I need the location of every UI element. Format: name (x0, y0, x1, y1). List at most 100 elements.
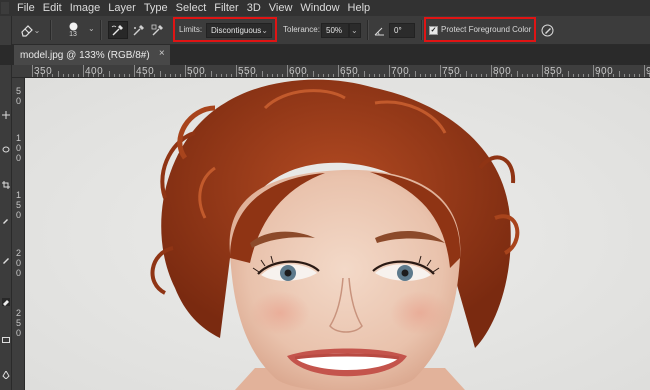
pen-tool-icon[interactable] (2, 371, 10, 379)
tolerance-dropdown-button[interactable]: ⌄ (349, 23, 361, 38)
ruler-tick (598, 74, 600, 77)
options-bar: ⌄ 13 ⌄ Limits: Discontiguous ⌄ Tolerance… (0, 16, 650, 45)
ruler-tick (409, 74, 411, 77)
menu-window[interactable]: Window (296, 0, 343, 16)
brush-tool-icon[interactable] (2, 256, 10, 264)
ruler-tick (118, 74, 120, 77)
protect-foreground-label[interactable]: Protect Foreground Color (441, 25, 531, 34)
brush-preset-picker[interactable]: 13 (60, 21, 86, 39)
ruler-tick (77, 74, 79, 77)
ruler-label: 1 (15, 133, 21, 143)
ruler-tick (37, 74, 39, 77)
crop-tool-icon[interactable] (2, 181, 10, 189)
ruler-tick (475, 74, 477, 77)
ruler-tick (547, 74, 549, 77)
ruler-label: 5 (15, 318, 21, 328)
sampling-continuous-button[interactable] (108, 21, 128, 39)
ruler-tick (363, 71, 365, 77)
ruler-tick (378, 74, 380, 77)
ruler-tick (103, 74, 105, 77)
ruler-tick (220, 74, 222, 77)
vertical-ruler: 50100150200250 (12, 78, 25, 390)
eyedropper-once-icon (133, 25, 144, 36)
ruler-tick (113, 74, 115, 77)
ruler-tick (414, 71, 416, 77)
angle-input[interactable]: 0° (389, 23, 415, 38)
ruler-tick (128, 74, 130, 77)
menu-edit[interactable]: Edit (39, 0, 66, 16)
ruler-tick (582, 74, 584, 77)
divider (50, 20, 51, 40)
ruler-tick (230, 74, 232, 77)
ruler-tick (57, 71, 59, 77)
ruler-tick (496, 74, 498, 77)
tolerance-value: 50% (326, 26, 343, 35)
ruler-tick (389, 65, 390, 77)
ruler-tick (83, 65, 84, 77)
document-canvas[interactable] (25, 78, 650, 390)
lasso-tool-icon[interactable] (2, 146, 10, 154)
eyedropper-tool-icon[interactable] (2, 216, 10, 224)
tolerance-label: Tolerance: (283, 25, 320, 34)
ruler-tick (587, 74, 589, 77)
ruler-label: 0 (15, 143, 21, 153)
sampling-once-button[interactable] (130, 21, 148, 39)
ruler-tick (317, 74, 319, 77)
ruler-tick (215, 74, 217, 77)
ruler-tick (256, 74, 258, 77)
menu-image[interactable]: Image (66, 0, 105, 16)
document-tab[interactable]: model.jpg @ 133% (RGB/8#) × (14, 45, 170, 65)
menu-file[interactable]: File (13, 0, 39, 16)
ruler-tick (144, 74, 146, 77)
ruler-tick (225, 74, 227, 77)
chevron-down-icon: ⌄ (261, 26, 268, 35)
ruler-tick (644, 65, 645, 77)
ruler-tick (557, 74, 559, 77)
ruler-tick (455, 74, 457, 77)
menu-3d[interactable]: 3D (243, 0, 265, 16)
brush-tip-icon (69, 22, 77, 30)
ruler-tick (399, 74, 401, 77)
menu-select[interactable]: Select (172, 0, 211, 16)
ruler-label: 0 (15, 328, 21, 338)
close-icon[interactable]: × (159, 48, 165, 59)
menu-filter[interactable]: Filter (210, 0, 242, 16)
brush-chevron-down-icon[interactable]: ⌄ (88, 24, 95, 33)
menu-type[interactable]: Type (140, 0, 172, 16)
eyedropper-continuous-icon (111, 25, 123, 36)
tool-preset-picker[interactable]: ⌄ (17, 21, 43, 39)
ruler-tick (88, 74, 90, 77)
ruler-tick (205, 74, 207, 77)
ruler-tick (608, 74, 610, 77)
ruler-tick (287, 65, 288, 77)
ruler-tick (251, 74, 253, 77)
gradient-tool-icon[interactable] (2, 336, 10, 344)
limits-dropdown[interactable]: Discontiguous ⌄ (206, 23, 272, 38)
ruler-tick (98, 74, 100, 77)
pressure-pen-icon[interactable] (541, 24, 554, 37)
ruler-tick (195, 74, 197, 77)
ruler-label: 2 (15, 248, 21, 258)
ruler-tick (200, 74, 202, 77)
menu-help[interactable]: Help (344, 0, 375, 16)
ruler-tick (327, 74, 329, 77)
move-tool-icon[interactable] (2, 111, 10, 119)
ruler-tick (67, 74, 69, 77)
protect-foreground-checkbox[interactable]: ✓ (429, 26, 438, 35)
tolerance-input[interactable]: 50% (321, 23, 349, 38)
ruler-tick (246, 74, 248, 77)
ruler-tick (373, 74, 375, 77)
menu-view[interactable]: View (265, 0, 297, 16)
ruler-tick (169, 74, 171, 77)
ruler-tick (404, 74, 406, 77)
horizontal-ruler: 350400450500550600650700750800850900950 (12, 65, 650, 78)
menu-layer[interactable]: Layer (104, 0, 140, 16)
eraser-tool-active-icon[interactable] (2, 298, 10, 306)
left-cheek-blush (250, 291, 310, 335)
divider (367, 20, 368, 40)
sampling-background-swatch-button[interactable] (149, 21, 167, 39)
ruler-tick (93, 74, 95, 77)
ruler-label: 0 (15, 210, 21, 220)
ruler-tick (159, 71, 161, 77)
ruler-tick (419, 74, 421, 77)
